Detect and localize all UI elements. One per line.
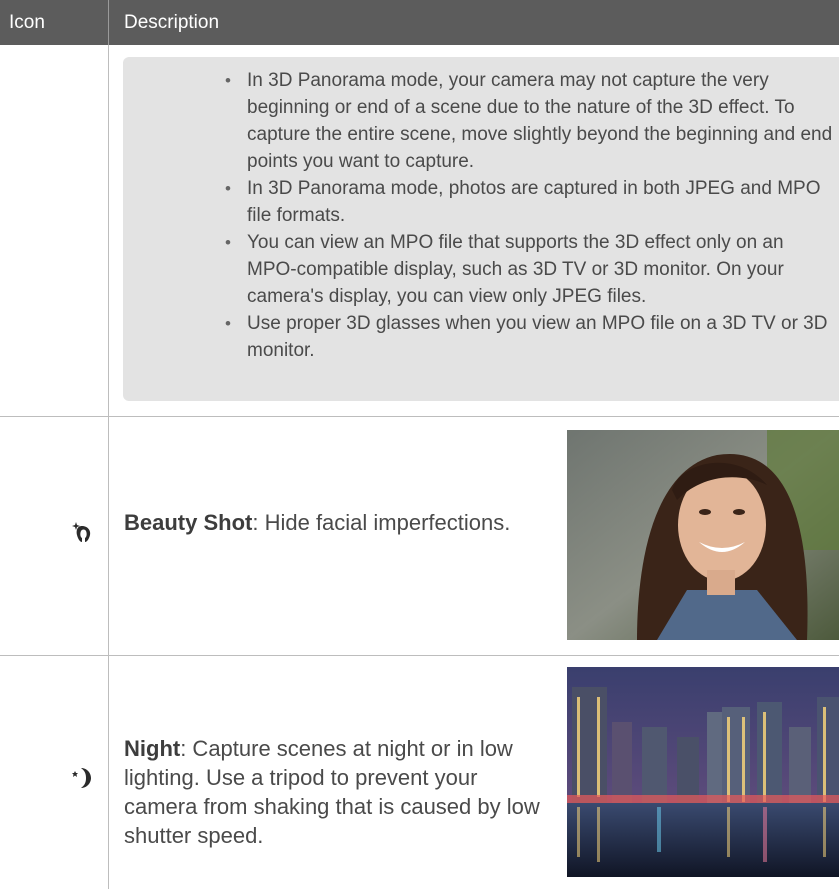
list-item: • In 3D Panorama mode, photos are capture… xyxy=(225,178,821,226)
night-description: Night: Capture scenes at night or in low… xyxy=(124,736,540,848)
smiling-woman-portrait xyxy=(567,430,839,640)
list-item: • Use proper 3D glasses when you view an … xyxy=(225,313,828,361)
night-city-skyline xyxy=(567,667,839,877)
header-divider xyxy=(108,0,109,45)
list-item: • You can view an MPO file that supports … xyxy=(225,232,784,307)
night-icon xyxy=(72,768,91,788)
list-item: • In 3D Panorama mode, your camera may no… xyxy=(225,70,833,172)
row-divider xyxy=(0,655,839,656)
note-list: • In 3D Panorama mode, your camera may no… xyxy=(223,67,835,364)
beauty-shot-description: Beauty Shot: Hide facial imperfections. xyxy=(124,510,511,535)
icon-column-header: Icon xyxy=(9,12,45,33)
column-divider xyxy=(108,45,109,889)
beauty-shot-icon xyxy=(72,522,91,542)
row-divider xyxy=(0,416,839,417)
table-header: Icon Description xyxy=(0,0,839,45)
description-column-header: Description xyxy=(124,12,220,33)
note-box: • In 3D Panorama mode, your camera may no… xyxy=(123,57,839,401)
